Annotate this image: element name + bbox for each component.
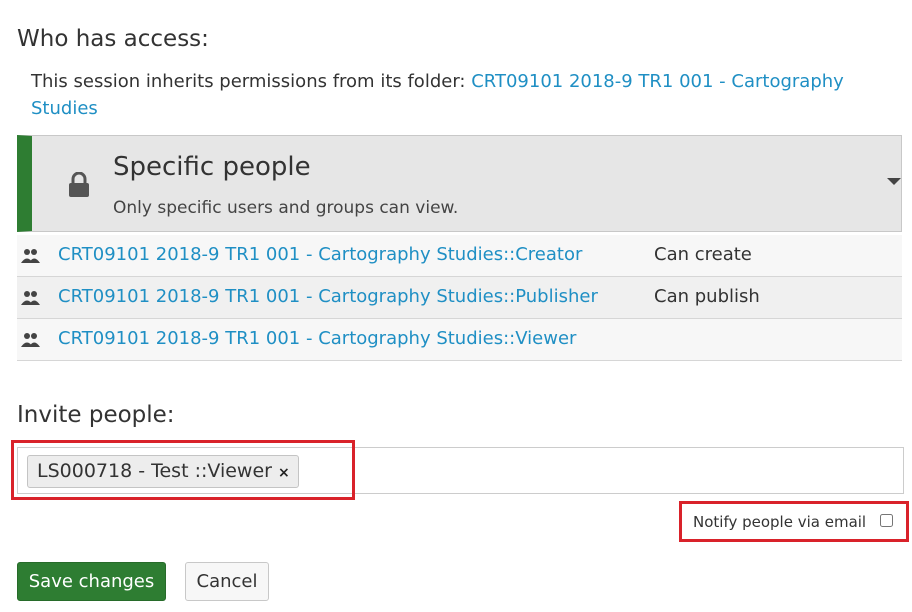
notify-email-label: Notify people via email [693,513,867,531]
grant-level: Can create [654,244,752,265]
permission-description: Only specific users and groups can view. [113,198,459,218]
group-icon [21,290,41,306]
inherit-notice: This session inherits permissions from i… [31,68,891,122]
cancel-button[interactable]: Cancel [185,562,269,601]
grant-name-link[interactable]: CRT09101 2018-9 TR1 001 - Cartography St… [58,244,582,265]
grant-name-link[interactable]: CRT09101 2018-9 TR1 001 - Cartography St… [58,286,598,307]
grant-name-link[interactable]: CRT09101 2018-9 TR1 001 - Cartography St… [58,328,576,349]
group-icon [21,332,41,348]
inherit-text: This session inherits permissions from i… [31,71,472,92]
notify-email-checkbox[interactable] [880,514,893,527]
save-changes-button[interactable]: Save changes [17,562,166,601]
group-icon [21,248,41,264]
invite-highlight-box [11,440,355,500]
caret-down-icon[interactable] [887,178,901,185]
permission-title: Specific people [113,152,311,182]
access-grant-list: CRT09101 2018-9 TR1 001 - Cartography St… [17,235,902,361]
access-heading: Who has access: [17,26,209,52]
invite-heading: Invite people: [17,402,175,428]
lock-icon [68,171,90,198]
permission-dropdown[interactable]: Specific people Only specific users and … [17,135,902,232]
grant-row: CRT09101 2018-9 TR1 001 - Cartography St… [17,235,902,277]
grant-level: Can publish [654,286,760,307]
grant-row: CRT09101 2018-9 TR1 001 - Cartography St… [17,319,902,361]
grant-row: CRT09101 2018-9 TR1 001 - Cartography St… [17,277,902,319]
